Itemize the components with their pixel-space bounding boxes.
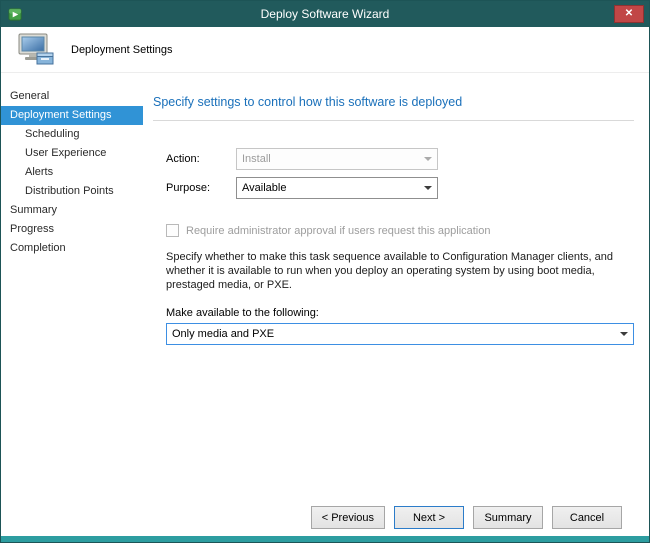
nav-item-progress[interactable]: Progress	[1, 220, 143, 239]
nav-item-user-experience[interactable]: User Experience	[1, 144, 143, 163]
approval-checkbox	[166, 224, 179, 237]
action-value: Install	[242, 153, 271, 165]
chevron-down-icon	[615, 324, 633, 344]
make-available-combobox[interactable]: Only media and PXE	[166, 323, 634, 345]
nav-item-general[interactable]: General	[1, 87, 143, 106]
action-combobox: Install	[236, 148, 438, 170]
cancel-button[interactable]: Cancel	[552, 506, 622, 529]
chevron-down-icon	[419, 178, 437, 198]
purpose-value: Available	[242, 182, 286, 194]
page-title: Deployment Settings	[71, 44, 173, 56]
nav-item-scheduling[interactable]: Scheduling	[1, 125, 143, 144]
purpose-combobox[interactable]: Available	[236, 177, 438, 199]
wizard-nav: General Deployment Settings Scheduling U…	[1, 73, 143, 536]
nav-item-deployment-settings[interactable]: Deployment Settings	[1, 106, 143, 125]
action-row: Action: Install	[166, 148, 634, 170]
deploy-software-wizard-window: Deploy Software Wizard ✕ Deployment Sett…	[0, 0, 650, 543]
action-label: Action:	[166, 153, 236, 165]
description-text: Specify whether to make this task sequen…	[166, 250, 634, 292]
approval-checkbox-row: Require administrator approval if users …	[166, 224, 634, 237]
approval-checkbox-label: Require administrator approval if users …	[186, 225, 491, 237]
window-title: Deploy Software Wizard	[1, 7, 649, 21]
app-icon	[8, 7, 23, 22]
close-button[interactable]: ✕	[614, 5, 644, 23]
button-row: < Previous Next > Summary Cancel	[311, 506, 622, 529]
previous-button[interactable]: < Previous	[311, 506, 385, 529]
nav-item-distribution-points[interactable]: Distribution Points	[1, 182, 143, 201]
close-icon: ✕	[625, 9, 633, 19]
nav-item-alerts[interactable]: Alerts	[1, 163, 143, 182]
heading-divider	[153, 120, 634, 121]
deployment-settings-form: Action: Install Purpose: Available Re	[153, 148, 634, 345]
wizard-page-content: Specify settings to control how this sof…	[143, 73, 650, 536]
chevron-down-icon	[419, 149, 437, 169]
titlebar[interactable]: Deploy Software Wizard ✕	[1, 1, 649, 27]
window-bottom-edge	[1, 536, 649, 542]
summary-button[interactable]: Summary	[473, 506, 543, 529]
make-available-label: Make available to the following:	[166, 307, 634, 319]
make-available-value: Only media and PXE	[172, 328, 274, 340]
nav-item-completion[interactable]: Completion	[1, 239, 143, 258]
nav-item-summary[interactable]: Summary	[1, 201, 143, 220]
purpose-row: Purpose: Available	[166, 177, 634, 199]
next-button[interactable]: Next >	[394, 506, 464, 529]
purpose-label: Purpose:	[166, 182, 236, 194]
deployment-settings-icon	[13, 32, 57, 68]
wizard-header: Deployment Settings	[1, 27, 649, 73]
page-heading: Specify settings to control how this sof…	[153, 95, 634, 109]
